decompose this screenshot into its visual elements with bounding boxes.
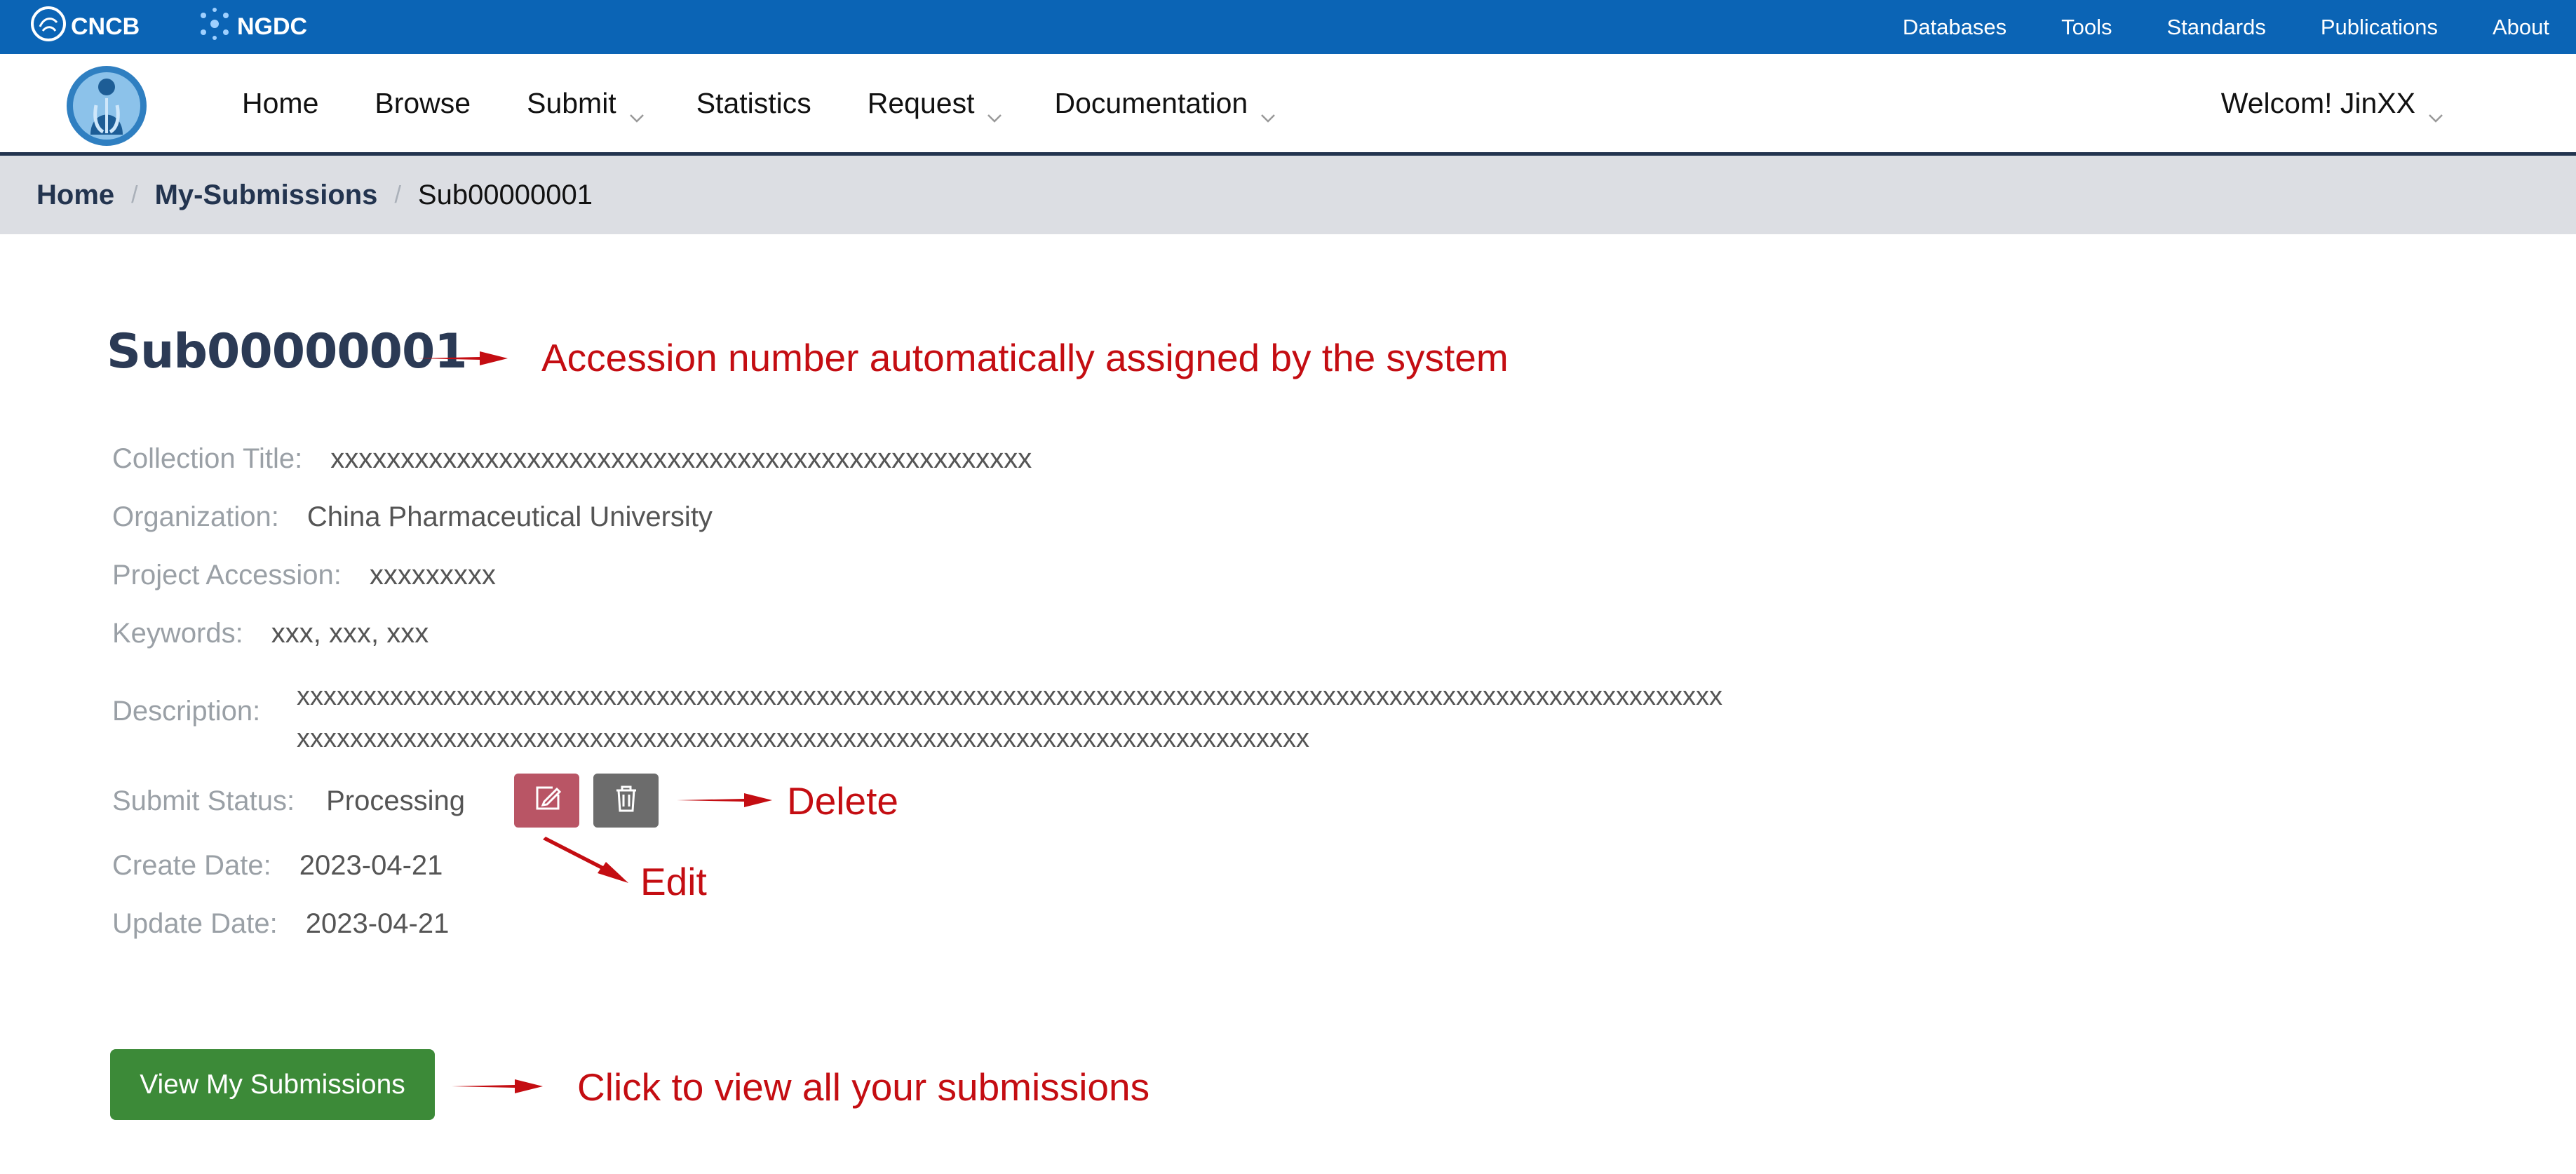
submit-status-value: Processing xyxy=(326,785,465,816)
nav-request-label: Request xyxy=(867,86,975,119)
ngdc-logo-icon xyxy=(196,6,233,48)
trash-icon xyxy=(611,783,642,818)
update-date-value: 2023-04-21 xyxy=(305,908,450,939)
annotation-accession: Accession number automatically assigned … xyxy=(541,336,1509,379)
nav-documentation[interactable]: Documentation xyxy=(1054,86,1276,123)
breadcrumb-current: Sub00000001 xyxy=(417,179,593,210)
nav-browse-label: Browse xyxy=(375,86,471,119)
chevron-down-icon xyxy=(629,97,644,123)
annotation-arrow xyxy=(677,793,772,807)
organization-label: Organization: xyxy=(112,501,279,532)
view-my-submissions-button[interactable]: View My Submissions xyxy=(110,1049,435,1120)
site-logo[interactable] xyxy=(65,65,148,147)
top-bar: CNCB NGDC Databases Tools Standards Publ… xyxy=(0,0,2576,54)
annotation-edit: Edit xyxy=(640,860,707,903)
edit-button[interactable] xyxy=(514,774,579,828)
collection-title-value: xxxxxxxxxxxxxxxxxxxxxxxxxxxxxxxxxxxxxxxx… xyxy=(330,443,1032,474)
breadcrumb-home[interactable]: Home xyxy=(36,180,114,211)
field-organization: Organization: China Pharmaceutical Univer… xyxy=(112,501,713,533)
toplink-publications[interactable]: Publications xyxy=(2321,15,2438,40)
nav-browse[interactable]: Browse xyxy=(375,87,471,120)
annotation-arrow xyxy=(543,837,628,883)
breadcrumb-separator: / xyxy=(131,181,138,208)
cncb-brand-link[interactable]: CNCB xyxy=(30,0,140,54)
annotation-delete: Delete xyxy=(787,779,898,823)
edit-icon xyxy=(532,783,562,818)
nav-statistics[interactable]: Statistics xyxy=(696,87,811,120)
nav-home[interactable]: Home xyxy=(242,87,318,120)
delete-button[interactable] xyxy=(593,774,659,828)
annotation-arrow xyxy=(417,351,508,365)
create-date-value: 2023-04-21 xyxy=(299,850,443,881)
project-accession-value: xxxxxxxxx xyxy=(369,560,496,591)
welcome-label: Welcom! JinXX xyxy=(2220,86,2415,119)
keywords-label: Keywords: xyxy=(112,618,243,649)
organization-value: China Pharmaceutical University xyxy=(306,501,713,532)
field-collection-title: Collection Title: xxxxxxxxxxxxxxxxxxxxxxx… xyxy=(112,443,1032,475)
submit-status-label: Submit Status: xyxy=(112,785,295,816)
field-keywords: Keywords: xxx, xxx, xxx xyxy=(112,618,429,649)
chevron-down-icon xyxy=(987,97,1002,123)
description-line: xxxxxxxxxxxxxxxxxxxxxxxxxxxxxxxxxxxxxxxx… xyxy=(297,724,1309,753)
nav-submit-label: Submit xyxy=(527,86,616,119)
annotation-view: Click to view all your submissions xyxy=(577,1065,1150,1109)
description-value: xxxxxxxxxxxxxxxxxxxxxxxxxxxxxxxxxxxxxxxx… xyxy=(297,675,1722,760)
toplink-databases[interactable]: Databases xyxy=(1903,15,2007,40)
description-line: xxxxxxxxxxxxxxxxxxxxxxxxxxxxxxxxxxxxxxxx… xyxy=(297,682,1722,711)
ngdc-brand-link[interactable]: NGDC xyxy=(196,0,307,54)
nav-submit[interactable]: Submit xyxy=(527,86,644,123)
page-title: Sub00000001 xyxy=(107,324,468,379)
breadcrumb-my-submissions[interactable]: My-Submissions xyxy=(155,180,378,211)
user-menu[interactable]: Welcom! JinXX xyxy=(2220,54,2443,152)
nav-statistics-label: Statistics xyxy=(696,86,811,119)
field-project-accession: Project Accession: xxxxxxxxx xyxy=(112,560,496,591)
breadcrumb-separator: / xyxy=(394,181,401,208)
nav-home-label: Home xyxy=(242,86,319,119)
field-create-date: Create Date: 2023-04-21 xyxy=(112,850,443,882)
nav-documentation-label: Documentation xyxy=(1054,86,1248,119)
chevron-down-icon xyxy=(1260,97,1276,123)
breadcrumb: Home / My-Submissions / Sub00000001 xyxy=(0,156,2576,234)
create-date-label: Create Date: xyxy=(112,850,271,881)
toplink-about[interactable]: About xyxy=(2493,15,2549,40)
main-navbar: Home Browse Submit Statistics Request Do… xyxy=(0,54,2576,156)
cncb-brand-label: CNCB xyxy=(71,13,140,40)
ngdc-brand-label: NGDC xyxy=(237,13,308,40)
toplink-tools[interactable]: Tools xyxy=(2061,15,2112,40)
toplink-standards[interactable]: Standards xyxy=(2167,15,2266,40)
description-label: Description: xyxy=(112,696,261,727)
nav-request[interactable]: Request xyxy=(867,86,1002,123)
field-update-date: Update Date: 2023-04-21 xyxy=(112,908,449,940)
project-accession-label: Project Accession: xyxy=(112,560,342,591)
cncb-logo-icon xyxy=(30,6,67,48)
chevron-down-icon xyxy=(2428,97,2443,123)
field-submit-status: Submit Status: Processing xyxy=(112,785,465,817)
keywords-value: xxx, xxx, xxx xyxy=(271,618,429,649)
update-date-label: Update Date: xyxy=(112,908,278,939)
annotation-arrow xyxy=(452,1079,543,1093)
collection-title-label: Collection Title: xyxy=(112,443,303,474)
